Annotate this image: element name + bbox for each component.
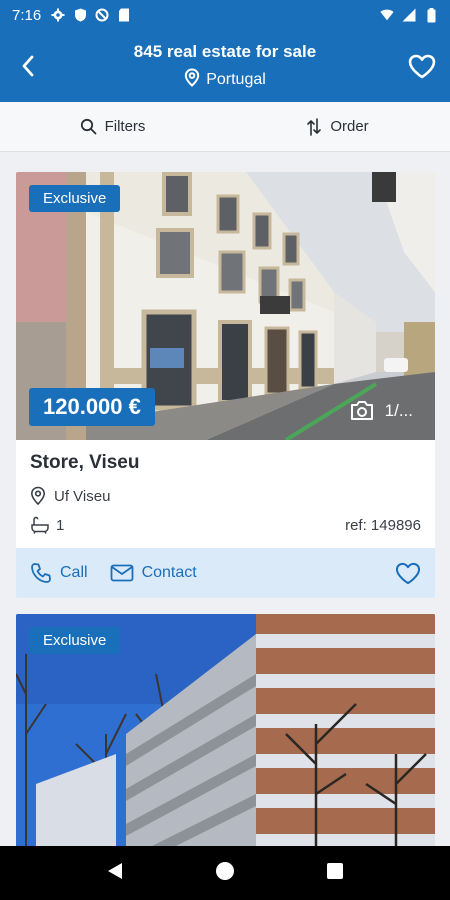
call-label: Call — [60, 564, 88, 581]
listing-photo[interactable]: Exclusive — [16, 614, 435, 874]
listing-card[interactable]: Exclusive — [16, 614, 435, 874]
heart-icon — [395, 562, 421, 584]
sd-card-icon — [117, 8, 131, 22]
heart-icon — [408, 54, 436, 78]
search-icon — [80, 118, 96, 135]
filters-button[interactable]: Filters — [0, 102, 225, 151]
contact-button[interactable]: Contact — [110, 564, 197, 582]
listing-details: Store, Viseu Uf Viseu 1 ref: 149896 — [16, 440, 435, 548]
recents-nav-button[interactable] — [326, 862, 344, 884]
back-nav-button[interactable] — [106, 861, 124, 885]
listing-card[interactable]: Exclusive 120.000 € 1/... Store, Viseu U… — [16, 172, 435, 598]
exclusive-badge: Exclusive — [29, 627, 121, 654]
wifi-icon — [380, 8, 394, 22]
shield-icon — [73, 8, 87, 22]
sort-icon — [307, 117, 322, 136]
home-nav-button[interactable] — [215, 861, 235, 885]
contact-label: Contact — [141, 564, 197, 581]
exclusive-badge: Exclusive — [29, 185, 121, 212]
location-subtitle: Portugal — [0, 68, 450, 92]
location-label: Portugal — [206, 71, 266, 88]
signal-icon — [402, 8, 416, 22]
call-button[interactable]: Call — [30, 562, 88, 584]
battery-icon — [424, 7, 438, 22]
bathrooms-count: 1 — [56, 516, 65, 534]
mail-icon — [110, 564, 133, 582]
location-pin-icon — [30, 486, 46, 506]
status-time: 7:16 — [12, 6, 42, 24]
system-nav-bar — [0, 846, 450, 900]
bathrooms: 1 — [30, 516, 64, 534]
phone-icon — [31, 563, 51, 583]
camera-icon — [350, 401, 373, 420]
location-pin-icon — [184, 68, 200, 92]
photo-count-label: 1/... — [384, 401, 413, 420]
bathtub-icon — [31, 516, 49, 534]
listing-photo[interactable]: Exclusive 120.000 € 1/... — [16, 172, 435, 440]
photo-count: 1/... — [349, 400, 413, 422]
filters-label: Filters — [104, 118, 146, 135]
card-actions: Call Contact — [16, 548, 435, 598]
listing-ref: ref: 149896 — [345, 516, 421, 534]
order-button[interactable]: Order — [225, 102, 450, 151]
listing-location: Uf Viseu — [30, 486, 421, 506]
settings-icon — [51, 8, 65, 22]
favorite-button[interactable] — [395, 562, 421, 585]
app-bar: 845 real estate for sale Portugal — [0, 30, 450, 102]
recents-square-icon — [327, 863, 344, 879]
listing-location-label: Uf Viseu — [54, 487, 111, 505]
favorite-search-button[interactable] — [406, 50, 438, 82]
price-badge: 120.000 € — [29, 388, 155, 426]
order-label: Order — [330, 118, 369, 135]
page-title: 845 real estate for sale — [133, 42, 317, 61]
listing-title: Store, Viseu — [30, 452, 140, 473]
data-saver-icon — [95, 8, 109, 22]
listing-meta: 1 ref: 149896 — [30, 516, 421, 534]
filter-bar: Filters Order — [0, 102, 450, 152]
home-circle-icon — [215, 862, 234, 880]
status-bar: 7:16 — [0, 0, 450, 30]
back-triangle-icon — [107, 863, 122, 879]
